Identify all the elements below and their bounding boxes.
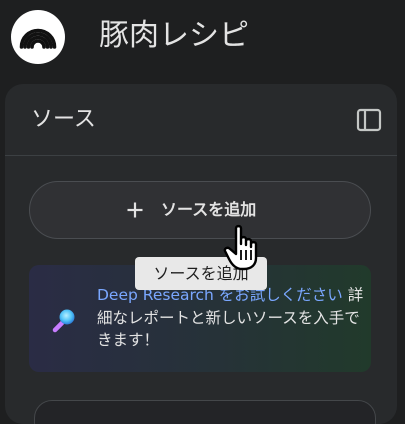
sources-panel-title: ソース [31,107,96,132]
hand-cursor-icon [222,222,264,274]
notebook-logo-icon[interactable] [11,10,65,64]
add-source-label: ソースを追加 [161,200,257,219]
next-card-partial [34,400,376,424]
notebook-title[interactable]: 豚肉レシピ [99,14,249,58]
add-source-button[interactable]: ソースを追加 [29,181,371,239]
promo-text: Deep Research をお試しください 詳細なレポートと新しいソースを入手… [97,284,365,352]
app-header: 豚肉レシピ [0,0,405,74]
plus-icon [123,198,147,222]
panel-toggle-icon[interactable] [355,106,383,134]
sources-panel: ソース ソースを追加 Deep Research をお試しください 詳細なレポー… [5,84,397,424]
magnifier-icon [49,305,79,335]
panel-divider [5,155,397,156]
